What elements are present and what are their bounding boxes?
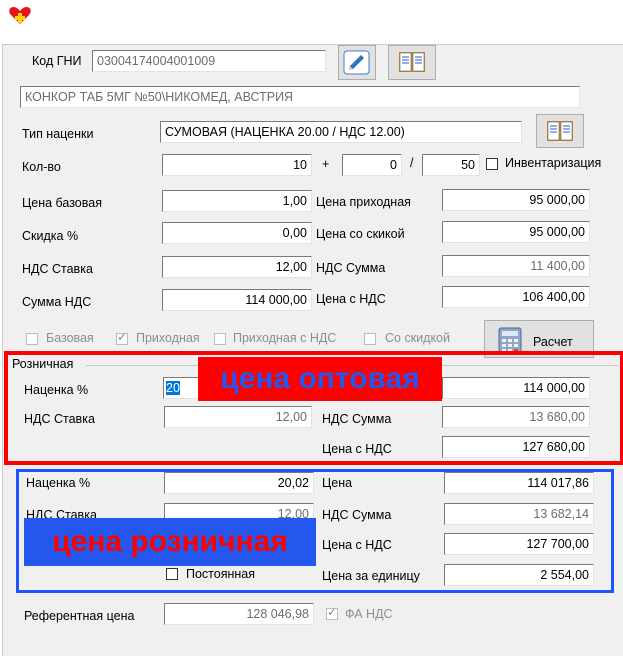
base-price-label: Цена базовая [22,196,102,210]
inventory-checkbox[interactable] [486,158,498,170]
basis-incoming-vat-checkbox[interactable] [214,333,226,345]
price-disc-field[interactable]: 95 000,00 [442,221,590,243]
book-icon [399,52,425,72]
markup-type-book-button[interactable] [536,114,584,148]
wholesale-annotation: цена оптовая [198,357,442,401]
book-icon [547,121,573,141]
basis-incoming-label: Приходная [136,331,200,345]
reference-field[interactable]: 128 046,98 [164,603,314,625]
reference-label: Референтная цена [24,609,135,623]
qty-plus: + [322,157,330,171]
fa-vat-checkbox[interactable] [326,605,338,620]
markup-type-label: Тип наценки [22,127,94,141]
price-with-vat-field[interactable]: 106 400,00 [442,286,590,308]
discount-field[interactable]: 0,00 [162,222,312,244]
retail-annotation: цена розничная [24,518,316,566]
vat-amount-label: НДС Сумма [316,261,386,275]
edit-button[interactable] [338,45,376,80]
basis-incoming-vat-label: Приходная с НДС [233,331,337,345]
price-disc-label: Цена со скикой [316,227,405,241]
markup-type-field[interactable]: СУМОВАЯ (НАЦЕНКА 20.00 / НДС 12.00) [160,121,522,143]
basis-with-disc-checkbox[interactable] [364,333,376,345]
vat-total-field[interactable]: 114 000,00 [162,289,312,311]
book-button[interactable] [388,45,436,80]
inventory-label: Инвентаризация [505,156,602,170]
title-bar [0,0,623,36]
pencil-icon [343,50,370,75]
qty-label: Кол-во [22,160,61,174]
product-name-field[interactable]: КОНКОР ТАБ 5МГ №50\НИКОМЕД, АВСТРИЯ [20,86,580,108]
vat-amount-field[interactable]: 11 400,00 [442,255,590,277]
price-with-vat-label: Цена с НДС [316,292,386,306]
price-in-field[interactable]: 95 000,00 [442,189,590,211]
qty-field[interactable]: 10 [162,154,312,176]
price-in-label: Цена приходная [316,195,411,209]
basis-with-disc-label: Со скидкой [385,331,450,345]
vat-total-label: Сумма НДС [22,295,92,309]
fa-vat-label: ФА НДС [345,607,393,621]
kod-gni-label: Код ГНИ [32,54,82,68]
calc-button-label: Расчет [533,335,573,349]
qty-slash: / [410,156,414,170]
vat-rate-field[interactable]: 12,00 [162,256,312,278]
qty-extra-field[interactable]: 0 [342,154,402,176]
vat-rate-label: НДС Ставка [22,262,93,276]
basis-incoming-checkbox[interactable] [116,330,128,345]
discount-label: Скидка % [22,229,79,243]
basis-base-checkbox[interactable] [26,333,38,345]
qty-pack-field[interactable]: 50 [422,154,480,176]
base-price-field[interactable]: 1,00 [162,190,312,212]
heart-plus-icon [9,7,31,24]
kod-gni-field[interactable]: 03004174004001009 [92,50,326,72]
basis-base-label: Базовая [46,331,94,345]
